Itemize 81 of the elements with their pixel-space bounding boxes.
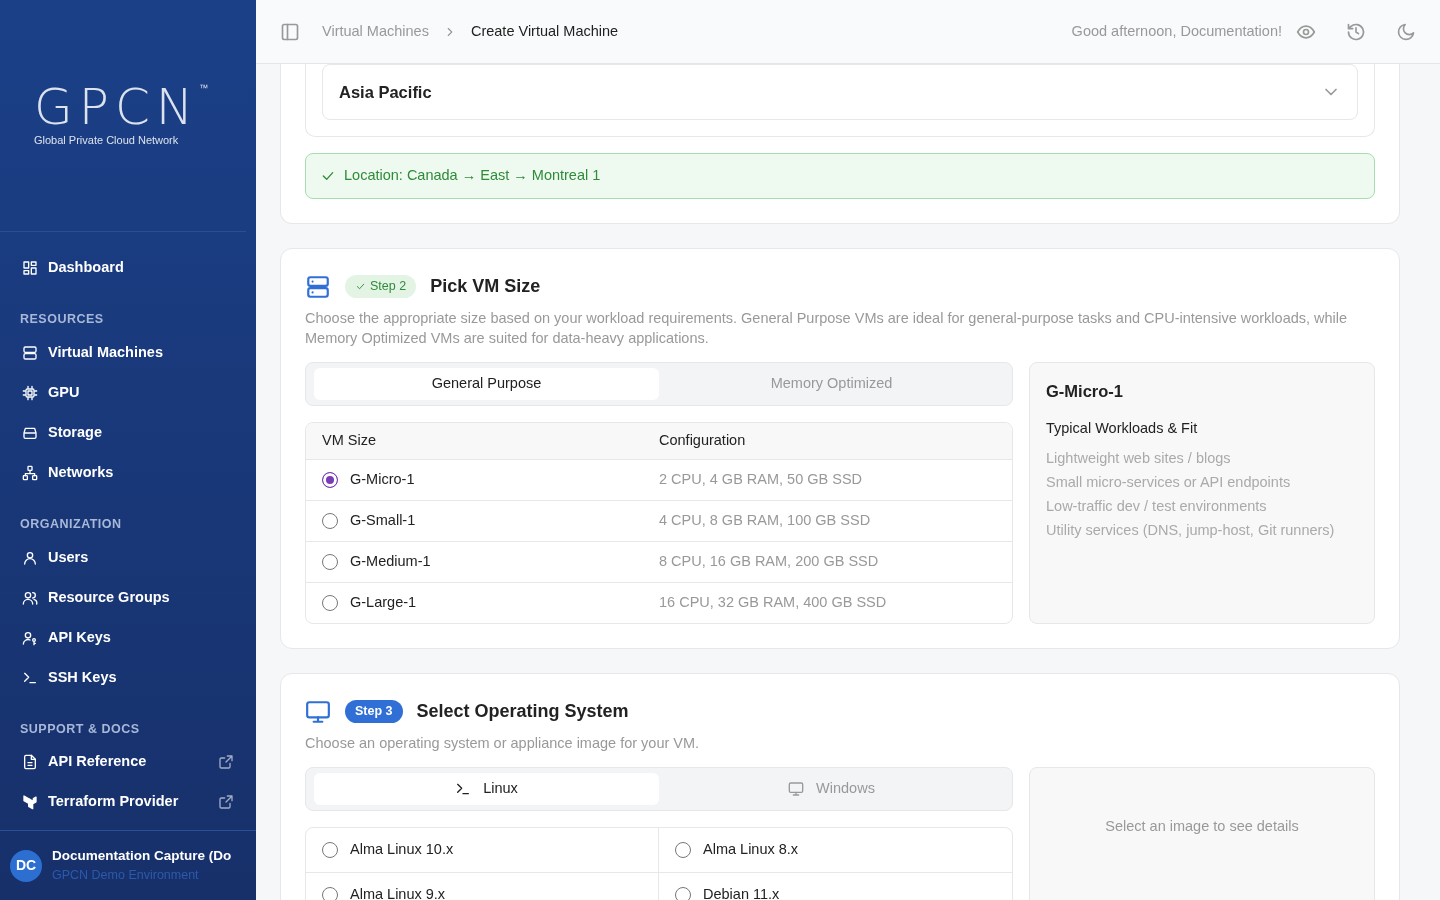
nav-link[interactable]: Storage — [0, 412, 256, 453]
breadcrumb-current: Create Virtual Machine — [470, 21, 619, 41]
section-heading: SUPPORT & DOCS — [19, 720, 141, 738]
section-heading: RESOURCES — [19, 311, 105, 328]
terminal-icon — [455, 781, 472, 797]
radio-button[interactable] — [322, 887, 338, 900]
nav-link[interactable]: Resource Groups — [0, 577, 256, 618]
document-icon — [22, 754, 38, 771]
size-configuration: 2 CPU, 4 GB RAM, 50 GB SSD — [659, 470, 864, 490]
monitor-icon — [305, 698, 331, 725]
radio-button[interactable] — [675, 842, 691, 858]
size-configuration: 4 CPU, 8 GB RAM, 100 GB SSD — [659, 511, 872, 531]
details-title: G-Micro-1 — [1046, 381, 1124, 402]
nav-link[interactable]: API Keys — [0, 617, 256, 658]
external-link-icon — [218, 754, 234, 771]
details-subtitle: Typical Workloads & Fit — [1046, 418, 1199, 438]
table-row[interactable]: G-Small-1 4 CPU, 8 GB RAM, 100 GB SSD — [306, 500, 1012, 541]
step-badge: Step 3 — [345, 700, 403, 723]
column-header: VM Size — [322, 431, 377, 451]
network-icon — [22, 464, 38, 481]
workload-item: Utility services (DNS, jump-host, Git runners) — [1046, 520, 1336, 540]
radio-button[interactable] — [322, 554, 338, 570]
greeting: Good afternoon, Documentation! — [1071, 21, 1282, 41]
nav-link[interactable]: Users — [0, 537, 256, 578]
size-configuration: 16 CPU, 32 GB RAM, 400 GB SSD — [659, 593, 888, 613]
card-title: Pick VM Size — [430, 275, 541, 298]
terraform-icon — [22, 794, 38, 811]
trademark: ™ — [199, 83, 209, 94]
card-description: Choose the appropriate size based on your workload requirements. General Purpose VMs are ideal for general-purpose tasks and CPU-intensive workloads, while Memory Optimized VMs are suited for data-heavy applications. — [305, 309, 1349, 348]
radio-button[interactable] — [322, 842, 338, 858]
tab[interactable]: Linux — [314, 773, 659, 805]
monitor-icon — [788, 781, 805, 797]
grid-icon — [22, 260, 38, 276]
workload-item: Low-traffic dev / test environments — [1046, 496, 1268, 516]
workload-item: Small micro-services or API endpoints — [1046, 472, 1292, 492]
empty-state-message: Select an image to see details — [1105, 818, 1299, 834]
user-key-icon — [22, 629, 38, 646]
nav-link[interactable]: API Reference — [0, 742, 256, 783]
nav-link[interactable]: Terraform Provider — [0, 782, 256, 823]
tab[interactable]: General Purpose — [314, 368, 659, 400]
radio-button[interactable] — [322, 513, 338, 529]
size-name: G-Micro-1 — [350, 470, 415, 490]
image-option[interactable]: Alma Linux 9.x — [306, 873, 659, 900]
history-icon — [1346, 22, 1366, 43]
image-option[interactable]: Alma Linux 8.x — [659, 828, 1012, 873]
nav-link[interactable]: GPU — [0, 372, 256, 413]
image-option[interactable]: Alma Linux 10.x — [306, 828, 659, 873]
users-icon — [22, 589, 38, 606]
table-row[interactable]: G-Large-1 16 CPU, 32 GB RAM, 400 GB SSD — [306, 582, 1012, 623]
step-badge: Step 2 — [345, 275, 417, 298]
chip-icon — [22, 384, 38, 401]
size-name: G-Large-1 — [350, 593, 417, 613]
external-link-icon — [218, 794, 234, 811]
user-name: Documentation Capture (Do — [52, 847, 232, 865]
nav-link[interactable]: Dashboard — [0, 248, 256, 288]
card-title: Select Operating System — [416, 700, 629, 723]
radio-button[interactable] — [322, 595, 338, 611]
card-description: Choose an operating system or appliance image for your VM. — [305, 734, 701, 753]
image-option[interactable]: Debian 11.x — [659, 873, 1012, 900]
nav-link[interactable]: Networks — [0, 452, 256, 493]
nav-link[interactable]: Virtual Machines — [0, 332, 256, 373]
region-select[interactable]: Asia Pacific — [322, 64, 1358, 120]
server-icon — [305, 273, 331, 300]
workload-item: Lightweight web sites / blogs — [1046, 448, 1232, 468]
user-icon — [22, 549, 38, 566]
radio-button[interactable] — [675, 887, 691, 900]
size-configuration: 8 CPU, 16 GB RAM, 200 GB SSD — [659, 552, 880, 572]
location-notice: Location: Canada → East → Montreal 1 — [305, 153, 1375, 199]
column-header: Configuration — [659, 431, 747, 451]
table-row[interactable]: G-Medium-1 8 CPU, 16 GB RAM, 200 GB SSD — [306, 541, 1012, 582]
nav-link[interactable]: SSH Keys — [0, 657, 256, 698]
section-heading: ORGANIZATION — [19, 515, 123, 533]
size-name: G-Small-1 — [350, 511, 416, 531]
radio-button[interactable] — [322, 472, 338, 488]
table-row[interactable]: G-Micro-1 2 CPU, 4 GB RAM, 50 GB SSD — [306, 459, 1012, 500]
organization-name: GPCN Demo Environment — [52, 867, 200, 885]
moon-icon — [1396, 22, 1416, 43]
avatar: DC — [10, 849, 42, 882]
server-icon — [22, 344, 38, 361]
sidebar-icon — [280, 22, 300, 43]
size-name: G-Medium-1 — [350, 552, 431, 572]
